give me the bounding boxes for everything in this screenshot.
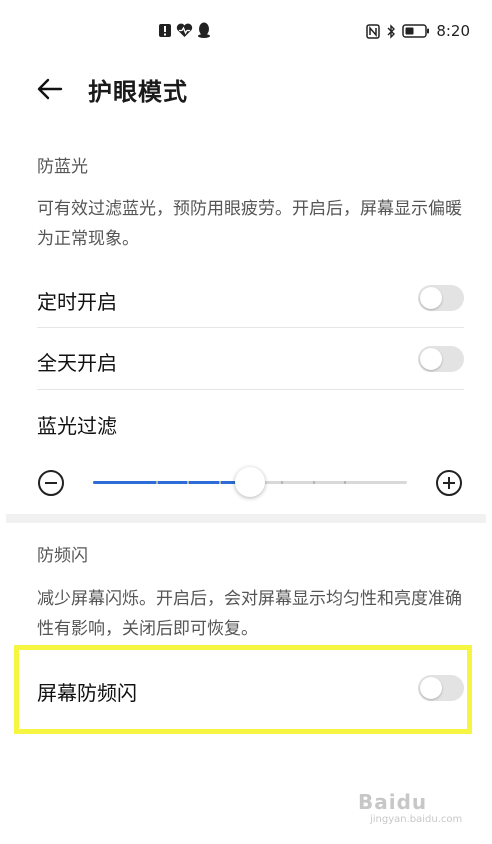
scheduled-switch[interactable]: [418, 285, 464, 311]
status-right: 8:20: [366, 22, 470, 40]
all-day-label: 全天开启: [37, 351, 117, 375]
status-left-icons: [158, 22, 211, 38]
increase-plus-icon[interactable]: [436, 470, 462, 496]
decrease-minus-icon[interactable]: [38, 470, 64, 496]
slider-tick: [344, 481, 347, 484]
slider-thumb[interactable]: [235, 467, 265, 497]
blue-filter-slider[interactable]: [36, 466, 464, 502]
watermark-text: Baidu: [358, 790, 428, 814]
status-time: 8:20: [436, 22, 470, 40]
blue-light-description: 可有效过滤蓝光，预防用眼疲劳。开启后，屏幕显示偏暖为正常现象。: [37, 199, 462, 249]
battery-icon: [402, 24, 430, 38]
slider-track[interactable]: [93, 467, 407, 497]
baidu-watermark: Baidu jingyan.baidu.com: [358, 790, 468, 830]
watermark-sub: jingyan.baidu.com: [370, 814, 463, 825]
highlight-box: [14, 645, 472, 734]
slider-tick: [312, 481, 315, 484]
bluetooth-icon: [386, 23, 396, 39]
divider: [37, 389, 464, 390]
notification-alert-icon: [158, 23, 172, 38]
slider-fill: [93, 481, 250, 484]
qq-penguin-icon: [197, 22, 211, 38]
back-arrow-icon[interactable]: [34, 73, 66, 105]
switch-knob: [420, 348, 442, 370]
nfc-icon: [366, 23, 381, 39]
section-separator: [6, 514, 486, 523]
section-title-blue-light: 防蓝光: [37, 157, 88, 177]
scheduled-label: 定时开启: [37, 290, 117, 314]
section-title-flicker: 防频闪: [37, 546, 88, 566]
flicker-description: 减少屏幕闪烁。开启后，会对屏幕显示均匀性和亮度准确性有影响，关闭后即可恢复。: [37, 589, 462, 639]
slider-tick: [218, 481, 221, 484]
blue-filter-label: 蓝光过滤: [37, 414, 117, 438]
slider-tick: [187, 481, 190, 484]
switch-knob: [420, 287, 442, 309]
slider-tick: [155, 481, 158, 484]
health-heart-icon: [176, 23, 193, 38]
all-day-switch[interactable]: [418, 346, 464, 372]
slider-tick: [281, 481, 284, 484]
page-title: 护眼模式: [88, 78, 188, 106]
divider: [37, 327, 464, 328]
